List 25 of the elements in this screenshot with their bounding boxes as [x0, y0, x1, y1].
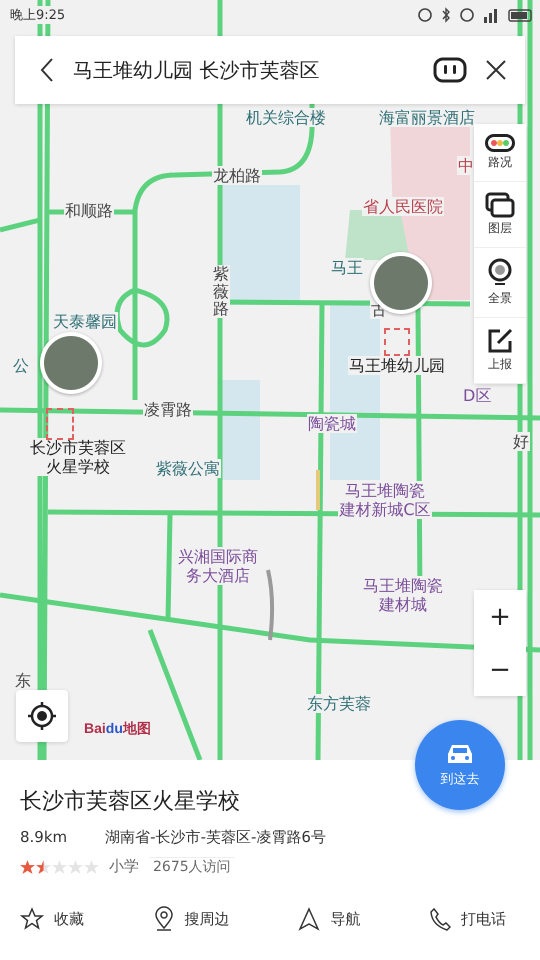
map-label: 东方芙蓉 [306, 694, 372, 714]
category: 小学 [109, 857, 139, 876]
map-label: 马王堆幼儿园 [348, 356, 446, 376]
map-label: 紫薇路 [212, 265, 230, 318]
map-label: 长沙市芙蓉区火星学校 [28, 438, 128, 476]
map-label: 凌霄路 [143, 400, 193, 420]
map-label: 紫薇公寓 [155, 459, 221, 478]
map-label: 陶瓷城 [307, 414, 357, 434]
map-label: 海富丽景酒店 [378, 108, 476, 128]
map-label: 和顺路 [64, 201, 114, 220]
map-label: 公 [12, 356, 30, 376]
place-name: 长沙市芙蓉区火星学校 [20, 788, 241, 816]
map-label: 机关综合楼 [245, 108, 327, 128]
map-label: 中 [457, 156, 475, 176]
map-logo: Baidu地图 [84, 720, 151, 738]
map-label: 好 [512, 432, 530, 452]
visit-count: 2675人访问 [149, 857, 235, 876]
map-label: 省人民医院 [362, 197, 444, 216]
map-label: 马王 [330, 258, 364, 278]
distance: 8.9km [20, 828, 68, 847]
address: 湖南省-长沙市-芙蓉区-凌霄路6号 [105, 828, 326, 847]
map-label: 天泰馨园 [52, 312, 118, 332]
map-label: 龙柏路 [212, 166, 262, 186]
map-label: 东 [14, 671, 32, 690]
map-label: 马王堆陶瓷建材新城C区 [338, 481, 432, 520]
